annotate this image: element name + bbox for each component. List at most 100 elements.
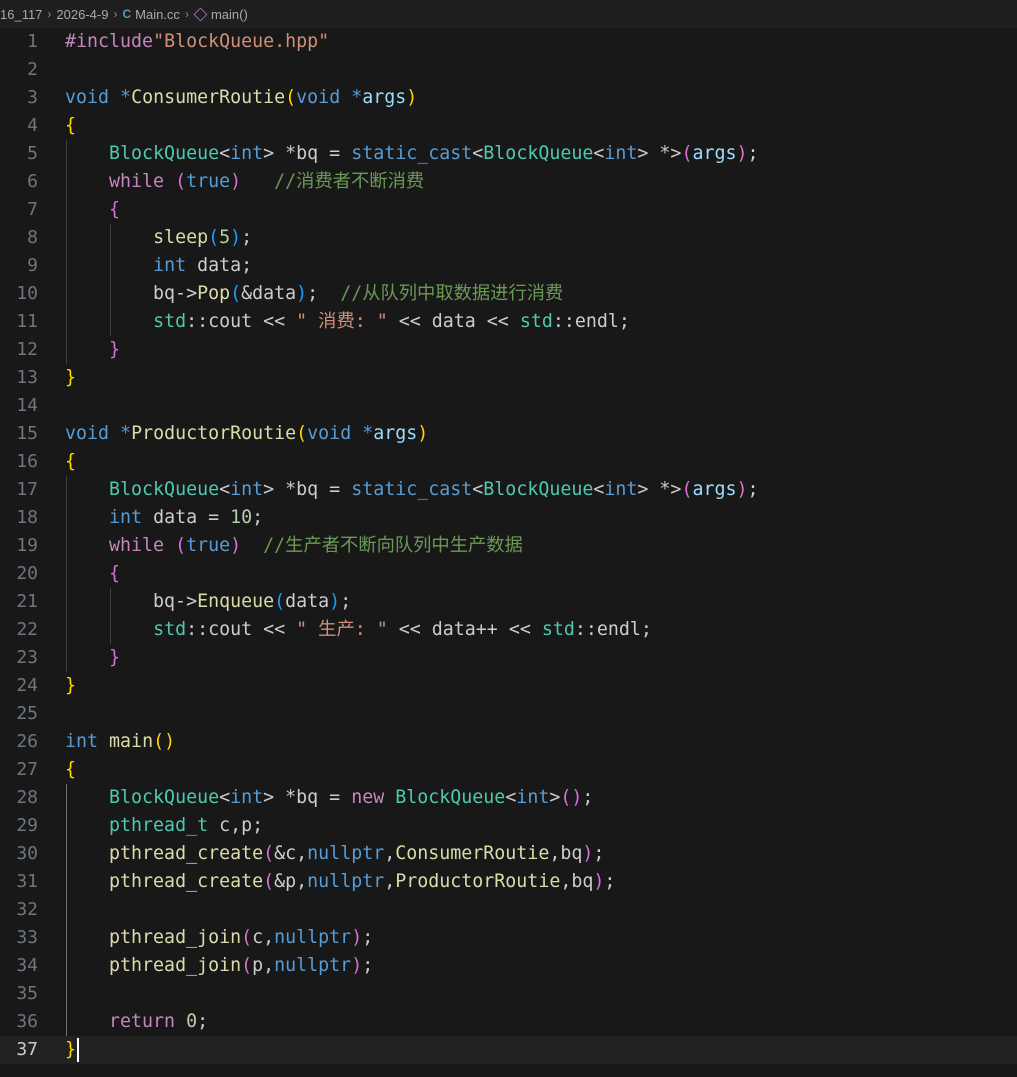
line-number: 12: [16, 339, 38, 360]
code-token: ::cout <<: [186, 619, 297, 640]
code-token: pthread_create: [109, 843, 264, 864]
code-token: c,p;: [208, 815, 264, 836]
code-token: BlockQueue: [483, 143, 594, 164]
code-line[interactable]: 30 pthread_create(&c,nullptr,ConsumerRou…: [0, 840, 1017, 868]
code-token: << data++ <<: [387, 619, 542, 640]
code-line[interactable]: 15 void *ProductorRoutie(void *args): [0, 420, 1017, 448]
code-line[interactable]: 11 std::cout << " 消费: " << data << std::…: [0, 308, 1017, 336]
line-number: 25: [16, 703, 38, 724]
code-token: BlockQueue: [109, 143, 220, 164]
code-line[interactable]: 18 int data = 10;: [0, 504, 1017, 532]
code-token: std: [153, 311, 187, 332]
breadcrumb-file[interactable]: Main.cc: [135, 7, 180, 22]
line-number: 34: [16, 955, 38, 976]
code-token: true: [186, 535, 231, 556]
code-line[interactable]: 8 sleep(5);: [0, 224, 1017, 252]
code-token: ): [736, 479, 748, 500]
code-token: ;: [340, 591, 352, 612]
code-line[interactable]: 12 }: [0, 336, 1017, 364]
code-line[interactable]: 7 {: [0, 196, 1017, 224]
code-line[interactable]: 19 while (true) //生产者不断向队列中生产数据: [0, 532, 1017, 560]
code-line[interactable]: 14: [0, 392, 1017, 420]
line-number: 37: [16, 1039, 38, 1060]
code-line[interactable]: 32: [0, 896, 1017, 924]
code-token: void: [65, 423, 110, 444]
code-line[interactable]: 36 return 0;: [0, 1008, 1017, 1036]
code-text: {: [65, 112, 76, 140]
code-text: while (true) //消费者不断消费: [65, 168, 424, 196]
code-token: (: [241, 927, 253, 948]
code-line[interactable]: 10 bq->Pop(&data); //从队列中取数据进行消费: [0, 280, 1017, 308]
line-number: 36: [16, 1011, 38, 1032]
line-number: 14: [16, 395, 38, 416]
code-token: (: [175, 535, 187, 556]
code-token: int: [153, 255, 187, 276]
code-text: pthread_t c,p;: [65, 812, 263, 840]
code-line[interactable]: 34 pthread_join(p,nullptr);: [0, 952, 1017, 980]
code-line[interactable]: 22 std::cout << " 生产: " << data++ << std…: [0, 616, 1017, 644]
code-line[interactable]: 20 {: [0, 560, 1017, 588]
code-token: <: [593, 143, 605, 164]
code-line[interactable]: 16 {: [0, 448, 1017, 476]
code-text: void *ProductorRoutie(void *args): [65, 420, 428, 448]
code-token: <: [593, 479, 605, 500]
code-line[interactable]: 1 #include"BlockQueue.hpp": [0, 28, 1017, 56]
line-number: 28: [16, 787, 38, 808]
code-text: bq->Enqueue(data);: [65, 588, 351, 616]
code-token: ::endl;: [552, 311, 630, 332]
code-text: BlockQueue<int> *bq = new BlockQueue<int…: [65, 784, 593, 812]
code-line[interactable]: 25: [0, 700, 1017, 728]
code-text: {: [65, 448, 76, 476]
code-token: }: [109, 647, 121, 668]
code-text: }: [65, 336, 120, 364]
indent-guide: [110, 588, 111, 644]
breadcrumb-symbol[interactable]: main(): [211, 7, 248, 22]
code-token: void: [296, 87, 341, 108]
code-line[interactable]: 17 BlockQueue<int> *bq = static_cast<Blo…: [0, 476, 1017, 504]
code-token: *: [362, 423, 374, 444]
code-line[interactable]: 29 pthread_t c,p;: [0, 812, 1017, 840]
code-line[interactable]: 31 pthread_create(&p,nullptr,ProductorRo…: [0, 868, 1017, 896]
code-line[interactable]: 3 void *ConsumerRoutie(void *args): [0, 84, 1017, 112]
code-line[interactable]: 9 int data;: [0, 252, 1017, 280]
code-token: &c,: [274, 843, 308, 864]
code-token: "BlockQueue.hpp": [153, 31, 330, 52]
breadcrumb-subfolder[interactable]: 2026-4-9: [56, 7, 108, 22]
cpp-file-icon: C: [122, 7, 132, 21]
code-line[interactable]: 6 while (true) //消费者不断消费: [0, 168, 1017, 196]
code-line[interactable]: 13}: [0, 364, 1017, 392]
code-token: {: [65, 759, 77, 780]
breadcrumb-folder[interactable]: 16_117: [0, 7, 42, 22]
code-line[interactable]: 27 {: [0, 756, 1017, 784]
code-token: bq->: [65, 283, 198, 304]
code-line[interactable]: 5 BlockQueue<int> *bq = static_cast<Bloc…: [0, 140, 1017, 168]
code-line[interactable]: 2: [0, 56, 1017, 84]
code-line[interactable]: 4{: [0, 112, 1017, 140]
code-line[interactable]: 28 BlockQueue<int> *bq = new BlockQueue<…: [0, 784, 1017, 812]
code-line[interactable]: 33 pthread_join(c,nullptr);: [0, 924, 1017, 952]
line-number: 9: [27, 255, 38, 276]
code-line[interactable]: 24}: [0, 672, 1017, 700]
chevron-right-icon: ›: [113, 7, 118, 21]
code-editor[interactable]: 1 #include"BlockQueue.hpp" 2 3 void *Consume…: [0, 28, 1017, 1077]
line-number: 32: [16, 899, 38, 920]
code-token: pthread_join: [109, 955, 242, 976]
code-line[interactable]: 26 int main(): [0, 728, 1017, 756]
code-line[interactable]: 35: [0, 980, 1017, 1008]
code-line[interactable]: 23 }: [0, 644, 1017, 672]
code-token: int: [604, 143, 638, 164]
code-line[interactable]: 21 bq->Enqueue(data);: [0, 588, 1017, 616]
code-token: }: [109, 339, 121, 360]
line-number: 15: [16, 423, 38, 444]
line-number: 18: [16, 507, 38, 528]
code-token: nullptr: [274, 955, 352, 976]
code-text: #include"BlockQueue.hpp": [65, 28, 329, 56]
code-line[interactable]: 37}: [0, 1036, 1017, 1064]
code-token: (: [681, 143, 693, 164]
